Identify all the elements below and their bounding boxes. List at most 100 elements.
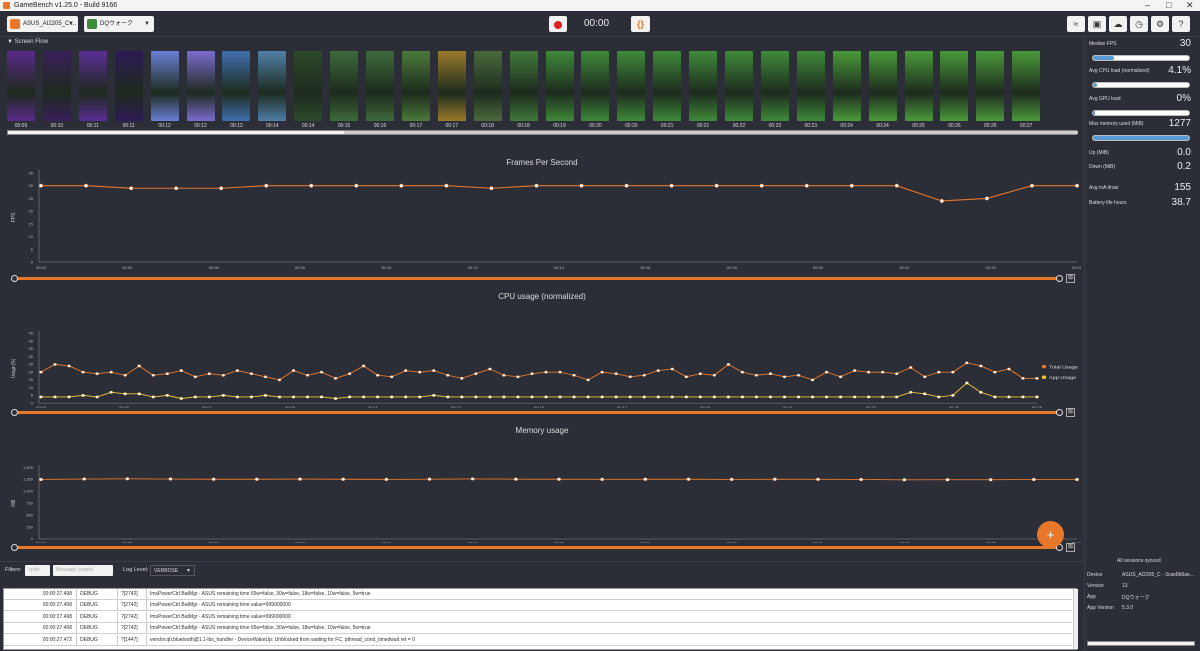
screen-flow-thumbnail[interactable] [796,51,825,121]
data-point[interactable] [1035,376,1039,380]
fps-time-range-slider[interactable] [15,277,1061,280]
data-point[interactable] [361,395,366,399]
data-point[interactable] [908,366,913,369]
history-button[interactable]: ◷ [1130,16,1148,32]
data-point[interactable] [235,395,240,399]
data-point[interactable] [403,395,408,399]
data-point[interactable] [165,372,170,376]
data-point[interactable] [1031,477,1036,482]
data-point[interactable] [670,395,675,399]
data-point[interactable] [712,395,717,399]
data-point[interactable] [298,477,303,481]
cloud-upload-button[interactable]: ☁ [1109,16,1127,32]
log-row[interactable]: 00:00:27.498 DEBUG ?[2742] ImsPowerCtrl.Bat… [4,623,1072,635]
data-point[interactable] [474,372,478,376]
data-point[interactable] [684,395,689,399]
data-point[interactable] [109,390,113,394]
data-point[interactable] [460,395,464,399]
data-point[interactable] [137,392,141,396]
data-point[interactable] [656,395,661,399]
data-point[interactable] [642,395,647,399]
data-point[interactable] [347,395,352,399]
delete-button[interactable]: ▣ [1088,16,1106,32]
data-point[interactable] [444,183,449,188]
data-point[interactable] [993,370,997,374]
memory-range-start-handle[interactable] [11,544,18,551]
screen-flow-thumbnail[interactable] [42,51,71,121]
screen-flow-thumbnail[interactable] [7,51,35,121]
data-point[interactable] [427,477,432,481]
data-point[interactable] [586,395,590,399]
settings-button[interactable]: ⚙ [1151,16,1169,32]
screen-flow-thumbnail[interactable] [725,51,753,121]
data-point[interactable] [39,183,44,188]
log-row[interactable]: 00:00:27.472 DEBUG ?[1447] vendor.qti.bluet… [4,634,1072,646]
data-point[interactable] [768,395,773,399]
data-point[interactable] [235,369,240,373]
data-point[interactable] [670,367,675,371]
fps-zoom-reset-icon[interactable]: ⊠ [1066,274,1075,283]
screen-flow-thumbnail[interactable] [473,51,502,121]
data-point[interactable] [249,395,254,399]
data-point[interactable] [796,373,801,377]
minimize-icon[interactable]: – [1145,0,1150,11]
data-point[interactable] [816,477,821,481]
screen-flow-thumbnail[interactable] [1012,51,1041,121]
fps-range-end-handle[interactable] [1056,275,1063,282]
data-point[interactable] [530,372,534,376]
maximize-icon[interactable]: □ [1166,0,1171,11]
data-point[interactable] [849,183,854,188]
close-icon[interactable]: ✕ [1186,0,1194,11]
cpu-range-end-handle[interactable] [1056,409,1063,416]
data-point[interactable] [305,395,310,399]
data-point[interactable] [544,395,548,399]
data-point[interactable] [264,183,269,188]
data-point[interactable] [866,370,871,374]
screen-flow-thumbnail[interactable] [258,51,287,121]
data-point[interactable] [810,378,815,382]
data-point[interactable] [168,477,173,481]
data-point[interactable] [291,395,296,399]
screen-flow-header[interactable]: ▼ Screen Flow [7,39,48,45]
data-point[interactable] [1035,395,1039,399]
data-point[interactable] [838,375,843,379]
data-point[interactable] [1007,367,1011,371]
data-point[interactable] [81,370,85,374]
data-point[interactable] [82,477,87,481]
data-point[interactable] [984,196,989,201]
data-point[interactable] [53,362,57,366]
scrollbar-thumb[interactable] [344,131,1078,134]
data-point[interactable] [628,395,632,399]
data-point[interactable] [572,373,576,377]
fps-range-start-handle[interactable] [11,275,18,282]
data-point[interactable] [446,373,450,377]
data-point[interactable] [193,375,198,379]
data-point[interactable] [165,393,170,397]
data-point[interactable] [1021,376,1025,380]
data-point[interactable] [754,395,759,399]
data-point[interactable] [572,395,576,399]
screen-flow-thumbnail[interactable] [976,51,1005,121]
data-point[interactable] [399,183,404,188]
data-point[interactable] [810,395,815,399]
data-point[interactable] [417,370,422,374]
data-point[interactable] [804,183,809,188]
data-point[interactable] [534,183,539,188]
data-point[interactable] [656,369,661,373]
data-point[interactable] [417,395,422,399]
log-row[interactable]: 00:00:27.498 DEBUG ?[2742] ImsPowerCtrl.Bat… [4,589,1072,600]
screen-flow-thumbnail[interactable] [581,51,610,121]
screen-flow-thumbnail[interactable] [186,51,215,121]
screen-flow-thumbnail[interactable] [222,51,251,121]
data-point[interactable] [922,375,927,379]
add-marker-button[interactable]: + [1037,521,1064,548]
screen-flow-thumbnail[interactable] [617,51,646,121]
data-point[interactable] [712,373,717,377]
record-button[interactable] [549,16,567,32]
data-point[interactable] [684,375,689,379]
data-point[interactable] [1021,395,1025,399]
data-point[interactable] [95,395,99,399]
data-point[interactable] [431,369,436,373]
data-point[interactable] [263,375,268,379]
data-point[interactable] [698,372,703,376]
